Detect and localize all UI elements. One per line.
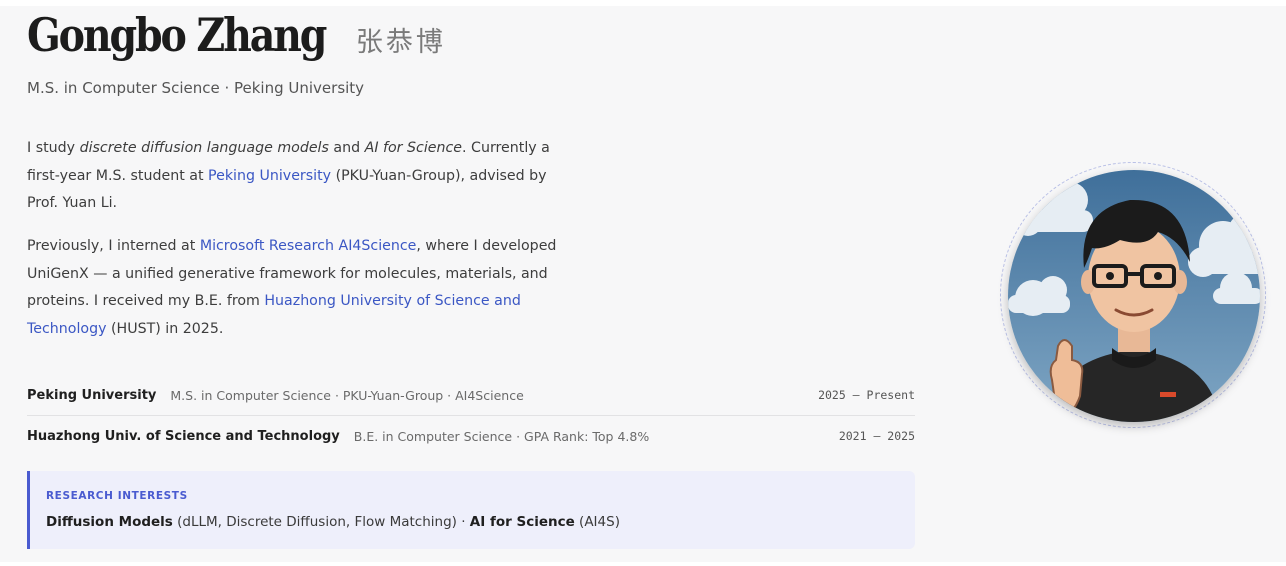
education-school: Peking University	[27, 387, 157, 403]
education-row-hust: Huazhong Univ. of Science and Technology…	[27, 416, 915, 456]
education-row-pku: Peking University M.S. in Computer Scien…	[27, 375, 915, 416]
interest-bold: AI for Science	[469, 514, 575, 530]
avatar-illustration-icon	[1008, 170, 1260, 422]
interest-text: (AI4S)	[574, 514, 620, 530]
education-detail: B.E. in Computer Science · GPA Rank: Top…	[353, 428, 650, 444]
subtitle: M.S. in Computer Science · Peking Univer…	[27, 79, 365, 97]
name-row: Gongbo Zhang 张恭博	[27, 8, 446, 62]
bio-emphasis: discrete diffusion language models	[79, 140, 329, 156]
research-interests-text: Diffusion Models (dLLM, Discrete Diffusi…	[46, 514, 620, 530]
education-school: Huazhong Univ. of Science and Technology	[27, 428, 340, 444]
research-interests-label: RESEARCH INTERESTS	[46, 490, 188, 502]
research-interests-box: RESEARCH INTERESTS Diffusion Models (dLL…	[27, 471, 915, 549]
interest-bold: Diffusion Models	[46, 514, 173, 530]
interest-text: (dLLM, Discrete Diffusion, Flow Matching…	[172, 514, 470, 530]
education-detail: M.S. in Computer Science · PKU-Yuan-Grou…	[170, 387, 524, 403]
name-chinese: 张恭博	[355, 27, 446, 58]
page-title: Gongbo Zhang	[27, 8, 327, 62]
avatar-container	[1000, 162, 1266, 428]
profile-page: Gongbo Zhang 张恭博 M.S. in Computer Scienc…	[0, 6, 1286, 562]
bio-paragraph-1: I study discrete diffusion language mode…	[27, 135, 567, 218]
education-years: 2025 – Present	[818, 388, 915, 402]
bio-text: and	[328, 140, 365, 156]
msr-ai4science-link[interactable]: Microsoft Research AI4Science	[200, 238, 417, 254]
bio-text: (HUST) in 2025.	[106, 320, 224, 337]
bio-text: I study	[27, 140, 80, 156]
education-years: 2021 – 2025	[838, 429, 915, 443]
avatar	[1008, 170, 1260, 422]
bio-text: Previously, I interned at	[27, 238, 200, 254]
bio-emphasis: AI for Science	[364, 140, 463, 156]
peking-university-link[interactable]: Peking University	[208, 168, 331, 184]
bio-paragraph-2: Previously, I interned at Microsoft Rese…	[27, 233, 567, 343]
